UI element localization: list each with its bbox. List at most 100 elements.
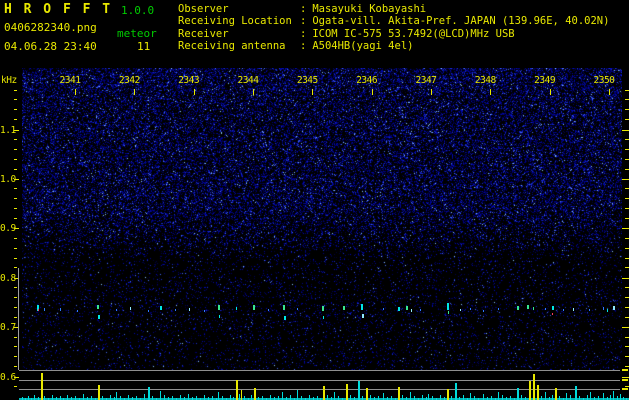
level-spike	[552, 395, 553, 400]
level-spike	[590, 392, 591, 400]
level-spike	[610, 395, 611, 400]
meteor-echo-mark	[563, 309, 564, 311]
level-spike	[98, 385, 100, 400]
time-tick	[490, 89, 492, 95]
level-spike	[290, 395, 291, 400]
level-spike	[541, 396, 542, 400]
level-spike	[241, 390, 242, 400]
meteor-echo-mark	[218, 305, 220, 310]
freq-minor-tick	[14, 317, 17, 318]
freq-minor-tick-right	[625, 248, 629, 249]
time-tick	[549, 89, 551, 95]
detection-range-line	[18, 268, 19, 370]
freq-minor-tick	[14, 238, 17, 239]
meteor-echo-mark	[527, 305, 529, 309]
meteor-echo-mark	[545, 308, 546, 310]
header-field-row: Receiving antenna: A504HB(yagi 4el)	[178, 40, 609, 52]
header-field-row: Observer: Masayuki Kobayashi	[178, 3, 609, 15]
meteor-echo-mark	[552, 306, 554, 310]
meteor-echo-mark	[77, 310, 78, 312]
meteor-echo-mark	[130, 307, 131, 310]
level-spike	[521, 395, 522, 400]
level-spike	[34, 395, 35, 400]
level-spike	[603, 393, 604, 400]
level-spike	[152, 396, 153, 400]
freq-minor-tick	[14, 346, 17, 347]
level-spike	[378, 396, 379, 400]
level-spike	[370, 395, 371, 400]
freq-minor-tick	[14, 248, 17, 249]
level-spike	[362, 396, 363, 400]
meteor-echo-mark	[613, 306, 615, 310]
level-spike	[402, 395, 403, 400]
field-label: Receiving Location	[178, 15, 292, 28]
level-spike	[474, 396, 475, 400]
freq-minor-tick	[14, 139, 17, 140]
level-spike	[278, 396, 279, 400]
level-spike	[28, 396, 29, 400]
freq-major-tick	[14, 228, 19, 230]
freq-major-tick-right	[622, 129, 629, 131]
level-spike	[128, 395, 129, 400]
level-spike	[517, 388, 519, 400]
freq-minor-tick	[14, 386, 17, 387]
hrofft-output-screen: H R O F F T 1.0.0 0406282340.png meteor …	[0, 0, 629, 400]
level-spike	[414, 396, 415, 400]
meteor-echo-mark	[498, 308, 499, 310]
freq-minor-tick-right	[625, 337, 629, 338]
level-spike	[254, 388, 256, 400]
level-spike	[67, 395, 68, 400]
level-spike	[383, 393, 384, 400]
meteor-echo-mark	[607, 309, 608, 312]
level-spike	[358, 381, 360, 400]
meteor-echo-mark	[573, 308, 574, 311]
level-spike	[239, 394, 240, 400]
meteor-echo-mark	[420, 309, 421, 311]
freq-minor-tick	[14, 267, 17, 268]
level-spike	[297, 390, 298, 400]
level-spike	[559, 396, 560, 400]
output-filename: 0406282340.png	[4, 21, 97, 34]
time-tick	[608, 89, 610, 95]
level-spike	[537, 385, 539, 400]
freq-minor-tick-right	[625, 258, 629, 259]
freq-minor-tick-right	[625, 317, 629, 318]
level-spike	[323, 386, 325, 400]
freq-minor-tick-right	[625, 218, 629, 219]
level-spike	[529, 381, 531, 400]
time-tick	[193, 89, 195, 95]
capture-datetime: 04.06.28 23:40	[4, 40, 97, 53]
level-spike	[350, 395, 351, 400]
level-spike	[327, 395, 328, 400]
freq-minor-tick	[14, 159, 17, 160]
app-title: H R O F F T	[4, 2, 113, 17]
freq-major-tick	[14, 178, 19, 180]
level-spike	[428, 394, 429, 400]
level-spike	[346, 384, 348, 400]
meteor-echo-mark	[297, 308, 298, 310]
level-spike	[222, 396, 223, 400]
level-spike	[244, 396, 245, 400]
level-spike	[282, 392, 283, 400]
meteor-echo-mark	[603, 307, 604, 310]
level-spike	[555, 388, 557, 400]
level-spike	[212, 396, 213, 400]
level-gridline	[19, 370, 620, 371]
level-spike	[317, 396, 318, 400]
level-spike	[144, 394, 145, 400]
level-axis-tick	[622, 379, 628, 381]
level-spike	[451, 396, 452, 400]
freq-minor-tick-right	[625, 267, 629, 268]
level-spike	[502, 395, 503, 400]
meteor-echo-mark	[204, 310, 205, 312]
level-spike	[338, 396, 339, 400]
level-spike	[196, 396, 197, 400]
level-spike	[172, 396, 173, 400]
level-spike	[447, 389, 449, 400]
meteor-echo-mark	[44, 308, 45, 311]
freq-minor-tick	[14, 258, 17, 259]
level-spike	[102, 396, 103, 400]
observation-mode-label: meteor	[117, 27, 157, 40]
freq-minor-tick	[14, 356, 17, 357]
level-spike	[491, 396, 492, 400]
